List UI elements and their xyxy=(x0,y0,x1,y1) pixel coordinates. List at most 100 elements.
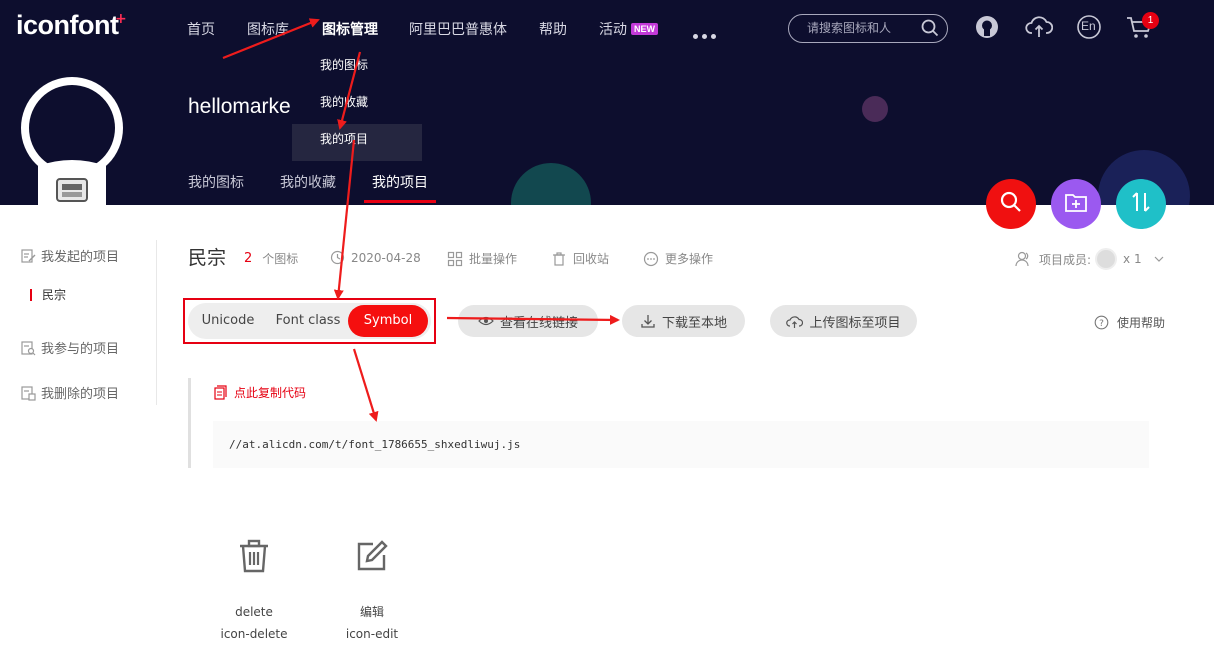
search-placeholder: 请搜索图标和人 xyxy=(807,21,892,35)
username: hellomarke xyxy=(188,95,291,118)
batch-operation-label: 批量操作 xyxy=(469,252,518,266)
sidebar-project-minzong[interactable]: 民宗 xyxy=(30,289,66,301)
members-icon xyxy=(1015,251,1029,267)
more-operations-button[interactable]: 更多操作 xyxy=(643,250,713,267)
language-label: En xyxy=(1081,19,1096,33)
tab-my-favorites[interactable]: 我的收藏 xyxy=(280,172,336,192)
font-type-switch: Unicode Font class Symbol xyxy=(188,303,431,339)
fab-new-folder-button[interactable] xyxy=(1051,179,1101,229)
nav-dropdown-menu: 我的图标 我的收藏 我的项目 xyxy=(292,50,422,161)
project-title: 民宗 xyxy=(188,247,227,269)
view-online-link-button[interactable]: 查看在线链接 xyxy=(458,305,598,337)
type-symbol[interactable]: Symbol xyxy=(348,305,428,337)
sidebar-item-initiated[interactable]: 我发起的项目 xyxy=(20,246,119,265)
sort-icon xyxy=(1129,191,1153,217)
sidebar-item-label: 我参与的项目 xyxy=(41,342,120,357)
download-label: 下载至本地 xyxy=(661,315,727,331)
sidebar-item-joined[interactable]: 我参与的项目 xyxy=(20,338,119,357)
folder-add-icon xyxy=(1064,191,1088,217)
view-online-link-label: 查看在线链接 xyxy=(499,315,578,331)
download-icon xyxy=(641,315,655,328)
icon-count-value: 2 xyxy=(244,251,253,266)
nav-alibaba-font[interactable]: 阿里巴巴普惠体 xyxy=(409,19,507,39)
github-icon[interactable] xyxy=(974,14,1000,44)
upload-icons-button[interactable]: 上传图标至项目 xyxy=(770,305,917,337)
header-search-input[interactable]: 请搜索图标和人 xyxy=(788,14,948,43)
icon-class: icon-edit xyxy=(345,627,399,641)
usage-help-label: 使用帮助 xyxy=(1117,316,1166,330)
tab-my-icons[interactable]: 我的图标 xyxy=(188,172,244,192)
cart-count-badge: 1 xyxy=(1142,12,1159,29)
search-doc-icon xyxy=(21,340,36,355)
nav-icon-management[interactable]: 图标管理 xyxy=(322,19,378,39)
trash-icon xyxy=(553,251,565,266)
fab-sort-button[interactable] xyxy=(1116,179,1166,229)
copy-code-link[interactable]: 点此复制代码 xyxy=(213,384,306,401)
sidebar-item-label: 我发起的项目 xyxy=(41,250,120,265)
icon-class: icon-delete xyxy=(220,627,288,641)
language-icon[interactable]: En xyxy=(1076,14,1102,44)
icon-card-edit[interactable]: 编辑 icon-edit xyxy=(332,535,412,645)
project-date: 2020-04-28 xyxy=(330,250,421,265)
code-panel: 点此复制代码 //at.alicdn.com/t/font_1786655_sh… xyxy=(188,378,1149,468)
nav-help[interactable]: 帮助 xyxy=(539,19,567,39)
recycle-bin-label: 回收站 xyxy=(573,252,610,266)
search-icon xyxy=(1000,191,1022,217)
icon-count-label: 个图标 xyxy=(262,252,299,266)
download-button[interactable]: 下载至本地 xyxy=(622,305,745,337)
copy-code-label: 点此复制代码 xyxy=(234,386,307,400)
sidebar-item-label: 我删除的项目 xyxy=(41,387,120,402)
icon-card-delete[interactable]: delete icon-delete xyxy=(214,535,294,645)
chevron-down-icon[interactable] xyxy=(1154,256,1164,262)
batch-operation-button[interactable]: 批量操作 xyxy=(447,250,517,267)
icon-count: 2 个图标 xyxy=(244,250,298,267)
tab-my-projects[interactable]: 我的项目 xyxy=(372,172,428,192)
upload-cloud-icon[interactable] xyxy=(1025,14,1054,44)
logo-plus-mark: + xyxy=(115,11,127,27)
more-nav-icon[interactable] xyxy=(693,24,720,43)
sidebar-item-deleted[interactable]: 我删除的项目 xyxy=(20,383,119,402)
project-sidebar: 我发起的项目 民宗 我参与的项目 我删除的项目 xyxy=(0,240,157,405)
more-circle-icon xyxy=(643,251,659,266)
trash-icon xyxy=(214,535,294,577)
nav-home[interactable]: 首页 xyxy=(187,19,215,39)
nav-icon-library[interactable]: 图标库 xyxy=(247,19,289,39)
recycle-bin-button[interactable]: 回收站 xyxy=(551,250,609,267)
type-font-class[interactable]: Font class xyxy=(268,303,348,339)
project-date-value: 2020-04-28 xyxy=(351,250,421,265)
members-label: 项目成员: xyxy=(1039,252,1092,267)
usage-help-link[interactable]: ? 使用帮助 xyxy=(1094,314,1165,331)
icon-name: delete xyxy=(235,605,273,619)
member-avatar[interactable] xyxy=(1095,248,1118,270)
svg-text:?: ? xyxy=(1099,319,1104,329)
grid-icon xyxy=(447,251,463,266)
question-icon: ? xyxy=(1094,315,1109,330)
fab-search-button[interactable] xyxy=(986,179,1036,229)
dropdown-my-favorites[interactable]: 我的收藏 xyxy=(292,87,422,124)
type-unicode[interactable]: Unicode xyxy=(190,303,266,339)
edit-doc-icon xyxy=(21,248,36,263)
dropdown-my-projects[interactable]: 我的项目 xyxy=(292,124,422,161)
edit-icon xyxy=(332,535,412,577)
nav-activity-label: 活动 xyxy=(599,22,627,38)
top-header: iconfont + 首页 图标库 图标管理 阿里巴巴普惠体 帮助 活动 NEW … xyxy=(0,0,1214,205)
members-count: x 1 xyxy=(1123,252,1142,266)
nav-activity[interactable]: 活动 NEW xyxy=(599,19,658,39)
upload-cloud-icon xyxy=(786,315,804,328)
code-url[interactable]: //at.alicdn.com/t/font_1786655_shxedliwu… xyxy=(213,421,1149,468)
copy-icon xyxy=(214,385,227,400)
clock-icon xyxy=(330,250,345,265)
dropdown-my-icons[interactable]: 我的图标 xyxy=(292,50,422,87)
avatar[interactable] xyxy=(20,76,124,205)
new-badge: NEW xyxy=(631,23,658,35)
more-operations-label: 更多操作 xyxy=(665,252,714,266)
deleted-doc-icon xyxy=(21,385,36,401)
decor-circle-teal xyxy=(511,163,591,205)
project-members[interactable]: 项目成员: x 1 xyxy=(1015,248,1164,270)
icon-name: 编辑 xyxy=(359,605,384,619)
iconfont-logo[interactable]: iconfont xyxy=(16,10,119,41)
search-icon[interactable] xyxy=(921,19,939,47)
decor-circle-plum xyxy=(862,96,888,122)
upload-icons-label: 上传图标至项目 xyxy=(809,315,901,331)
link-icon xyxy=(478,316,494,326)
